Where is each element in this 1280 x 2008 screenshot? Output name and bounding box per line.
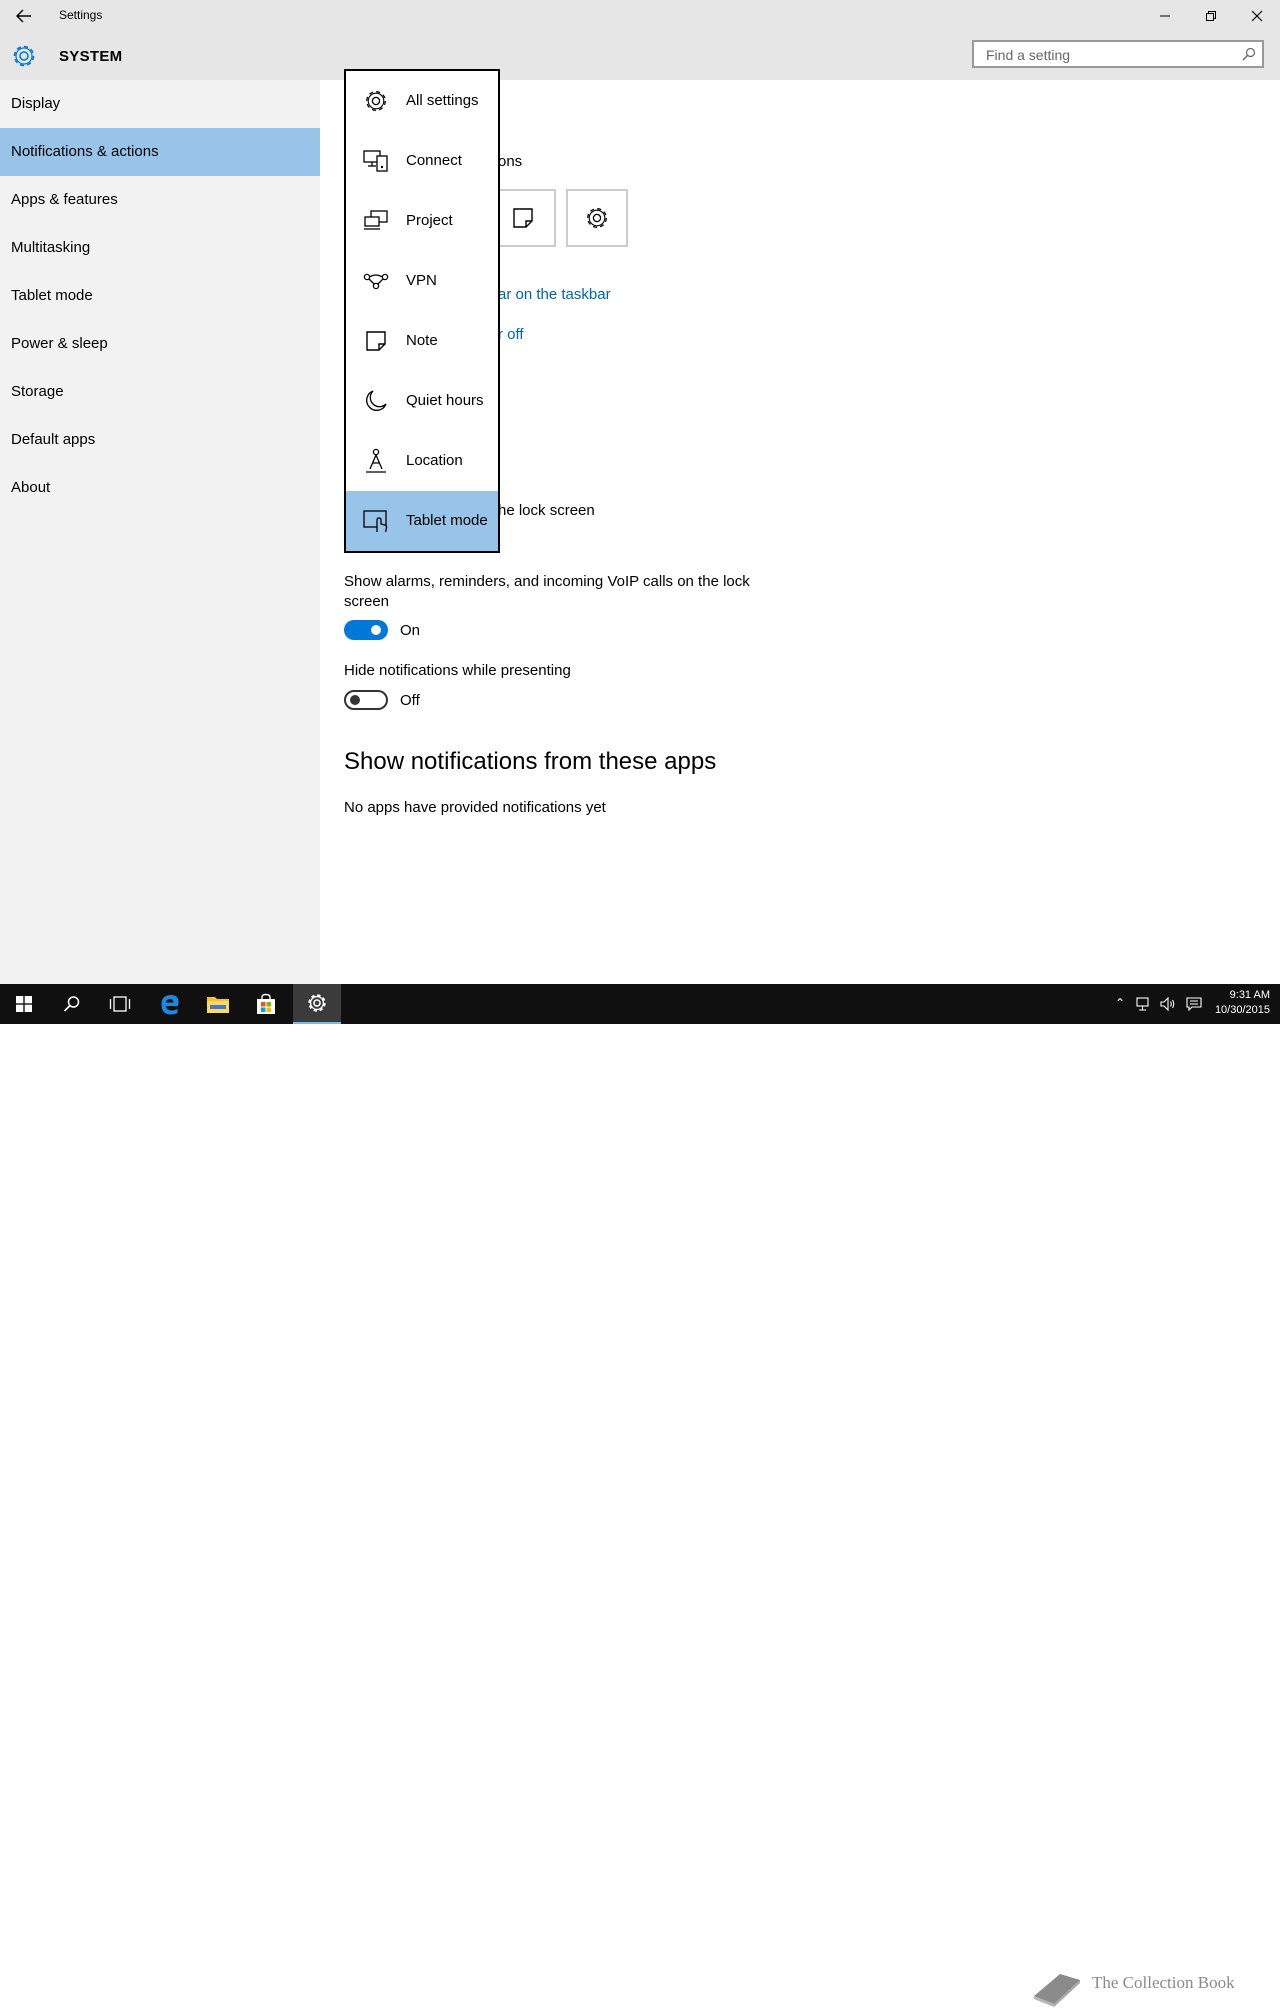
sidebar-item-multitasking[interactable]: Multitasking <box>0 224 320 272</box>
flyout-item-label: Quiet hours <box>406 392 484 409</box>
book-logo-icon <box>1034 1974 1080 2007</box>
lockscreen-setting-label-partial: he lock screen <box>498 502 595 519</box>
search-box[interactable] <box>972 40 1264 68</box>
search-icon[interactable] <box>1242 47 1256 61</box>
location-icon <box>366 448 386 473</box>
store-taskbar-button[interactable] <box>242 984 290 1024</box>
sidebar-item-default-apps[interactable]: Default apps <box>0 416 320 464</box>
sidebar-item-display[interactable]: Display <box>0 80 320 128</box>
title-bar: Settings <box>0 0 1280 32</box>
link-system-icons[interactable]: r off <box>498 326 524 343</box>
folder-icon <box>207 997 229 1013</box>
sidebar-item-storage[interactable]: Storage <box>0 368 320 416</box>
sidebar-item-power-sleep[interactable]: Power & sleep <box>0 320 320 368</box>
windows-logo-icon <box>16 996 32 1012</box>
sidebar-item-tablet-mode[interactable]: Tablet mode <box>0 272 320 320</box>
project-icon <box>364 210 388 230</box>
flyout-item-label: Note <box>406 332 438 349</box>
task-view-button[interactable] <box>96 984 144 1024</box>
close-icon <box>1251 10 1263 22</box>
sidebar-item-about[interactable]: About <box>0 464 320 512</box>
connect-icon <box>363 150 388 172</box>
system-gear-icon <box>13 45 35 67</box>
store-icon <box>257 993 275 1014</box>
moon-icon <box>366 390 387 411</box>
edge-taskbar-button[interactable] <box>146 984 194 1024</box>
alarms-toggle[interactable] <box>344 620 388 640</box>
quick-action-tile-all-settings[interactable] <box>566 189 628 247</box>
show-hidden-icons-chevron-icon[interactable]: ⌃ <box>1115 996 1125 1010</box>
alarms-toggle-state: On <box>400 622 421 639</box>
flyout-item-quiet-hours[interactable]: Quiet hours <box>346 371 498 431</box>
clock-time: 9:31 AM <box>1229 989 1270 1001</box>
flyout-item-note[interactable]: Note <box>346 311 498 371</box>
search-icon <box>63 996 80 1012</box>
flyout-item-project[interactable]: Project <box>346 191 498 251</box>
quick-action-flyout: All settings Connect Project VPN Note Qu… <box>344 69 500 553</box>
minimize-icon <box>1160 15 1170 17</box>
restore-button[interactable] <box>1188 0 1234 32</box>
sidebar-item-notifications[interactable]: Notifications & actions <box>0 128 320 176</box>
note-icon <box>366 331 386 351</box>
restore-icon <box>1206 11 1216 21</box>
search-taskbar-button[interactable] <box>48 984 96 1024</box>
flyout-item-label: All settings <box>406 92 479 109</box>
taskbar: ⌃ The Collection Book 9:31 AM 10/30/2015 <box>0 984 1280 2007</box>
minimize-button[interactable] <box>1142 0 1188 32</box>
clock[interactable]: 9:31 AM 10/30/2015 <box>1215 988 1270 1018</box>
network-icon[interactable] <box>1136 997 1152 1011</box>
clock-date: 10/30/2015 <box>1214 1004 1270 1016</box>
flyout-item-label: Tablet mode <box>406 512 488 529</box>
gear-icon <box>587 208 607 228</box>
flyout-item-connect[interactable]: Connect <box>346 131 498 191</box>
apps-section-heading: Show notifications from these apps <box>344 748 717 775</box>
flyout-item-label: Location <box>406 452 463 469</box>
flyout-item-label: Project <box>406 212 453 229</box>
flyout-item-vpn[interactable]: VPN <box>346 251 498 311</box>
toggle-knob <box>371 625 381 635</box>
gear-icon <box>366 91 386 111</box>
back-button[interactable] <box>8 4 40 28</box>
presenting-toggle-state: Off <box>400 692 420 709</box>
quick-actions-heading-partial: ons <box>498 153 523 170</box>
task-view-icon <box>109 996 131 1012</box>
flyout-item-label: VPN <box>406 272 437 289</box>
volume-icon[interactable] <box>1160 997 1176 1011</box>
sidebar: Display Notifications & actions Apps & f… <box>0 80 320 984</box>
vpn-icon <box>363 273 389 290</box>
tablet-mode-icon <box>363 510 388 533</box>
action-center-icon[interactable] <box>1186 997 1202 1011</box>
section-title: SYSTEM <box>59 48 123 65</box>
watermark: The Collection Book <box>1030 1968 1280 2008</box>
quick-action-tile-note[interactable] <box>492 189 556 247</box>
sidebar-item-apps-features[interactable]: Apps & features <box>0 176 320 224</box>
presenting-toggle[interactable] <box>344 690 388 710</box>
settings-header: SYSTEM <box>0 32 1280 80</box>
window-title: Settings <box>59 8 103 22</box>
close-button[interactable] <box>1234 0 1280 32</box>
note-icon <box>513 208 533 228</box>
gear-icon <box>308 994 326 1012</box>
flyout-item-tablet-mode[interactable]: Tablet mode <box>346 491 498 551</box>
search-input[interactable] <box>984 45 1238 65</box>
flyout-item-location[interactable]: Location <box>346 431 498 491</box>
link-taskbar-icons[interactable]: ar on the taskbar <box>498 286 611 303</box>
settings-taskbar-button[interactable] <box>293 984 341 1024</box>
toggle-knob <box>350 695 360 705</box>
flyout-item-all-settings[interactable]: All settings <box>346 71 498 131</box>
edge-icon <box>161 995 179 1015</box>
file-explorer-taskbar-button[interactable] <box>194 984 242 1024</box>
presenting-setting-label: Hide notifications while presenting <box>344 662 571 679</box>
alarms-setting-label: Show alarms, reminders, and incoming VoI… <box>344 573 750 610</box>
start-button[interactable] <box>0 984 48 1024</box>
back-arrow-icon <box>16 9 31 23</box>
flyout-item-label: Connect <box>406 152 462 169</box>
watermark-text: The Collection Book <box>1092 1973 1235 1992</box>
apps-empty-message: No apps have provided notifications yet <box>344 799 606 816</box>
